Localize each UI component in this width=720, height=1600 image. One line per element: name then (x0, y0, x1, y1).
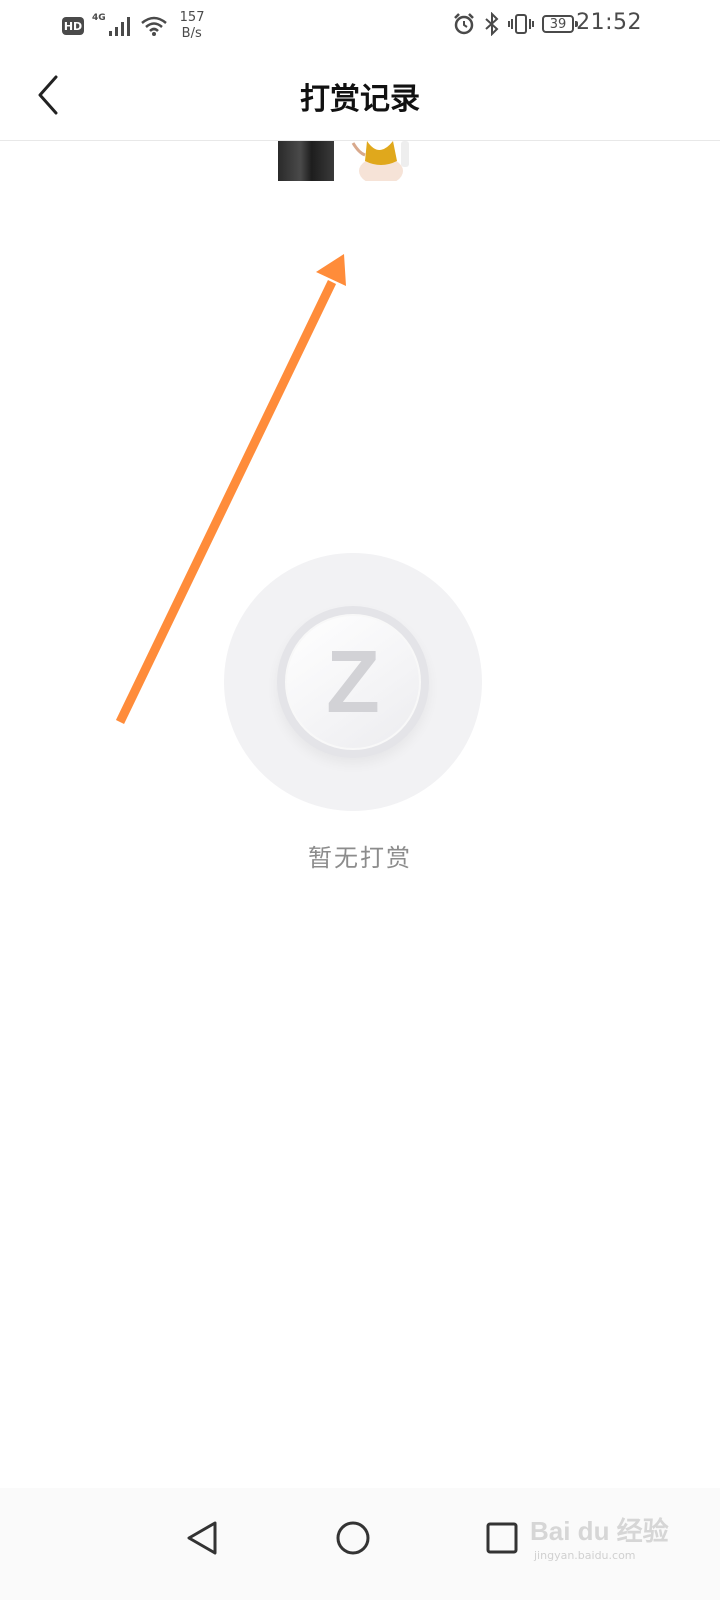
nav-home-icon (336, 1521, 370, 1555)
nav-back-icon (187, 1521, 217, 1555)
coin-letter: Z (326, 632, 380, 731)
coin-face: Z (285, 614, 421, 750)
baidu-jingyan-watermark: Bai du 经验 jingyan.baidu.com (530, 1503, 670, 1573)
watermark-logo: Bai du 经验 (530, 1516, 669, 1546)
nav-recent-icon (486, 1522, 518, 1554)
nav-home-button[interactable] (323, 1508, 383, 1568)
nav-recent-button[interactable] (472, 1508, 532, 1568)
watermark-url: jingyan.baidu.com (534, 1549, 636, 1562)
coin-z-icon: Z (277, 606, 429, 758)
empty-state-illustration: Z (224, 553, 482, 811)
empty-state-message: 暂无打赏 (308, 844, 412, 872)
nav-back-button[interactable] (172, 1508, 232, 1568)
